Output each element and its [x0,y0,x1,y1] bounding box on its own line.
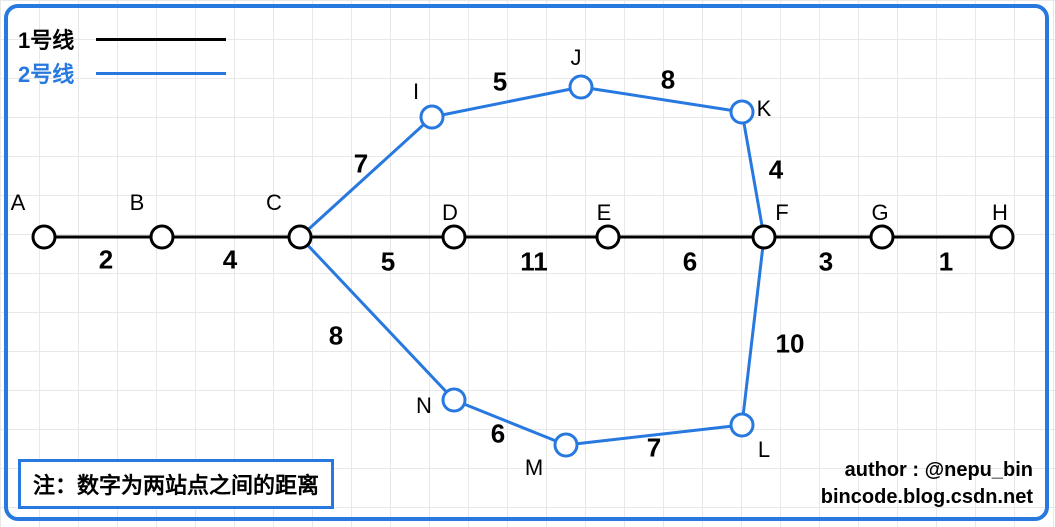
node-G [871,226,893,248]
node-label-F: F [775,200,788,226]
edge-weight-I-J: 5 [493,67,507,98]
node-N [443,389,465,411]
edge-weight-F-G: 3 [819,247,833,278]
edge-weight-E-F: 6 [683,247,697,278]
node-label-I: I [413,79,419,105]
node-label-A: A [11,190,26,216]
node-K [731,101,753,123]
node-D [443,226,465,248]
author-line2: bincode.blog.csdn.net [821,484,1033,511]
node-I [421,106,443,128]
edge-M-N [454,400,566,445]
legend-row-line2: 2号线 [18,56,226,90]
node-B [151,226,173,248]
note-box: 注：数字为两站点之间的距离 [18,459,334,509]
node-M [555,434,577,456]
node-label-C: C [266,190,282,216]
legend-swatch-line1 [96,38,226,41]
node-label-B: B [130,190,145,216]
node-label-E: E [597,200,612,226]
legend-row-line1: 1号线 [18,22,226,56]
legend-swatch-line2 [96,72,226,75]
legend-label-line2: 2号线 [18,57,96,89]
edge-weight-N-C: 8 [329,321,343,352]
node-label-K: K [757,96,772,122]
edge-weight-C-D: 5 [381,247,395,278]
edge-F-L [742,237,764,425]
edge-N-C [300,237,454,400]
edge-weight-J-K: 8 [661,65,675,96]
legend: 1号线 2号线 [18,22,226,90]
node-label-J: J [571,45,582,71]
author-line1: author : @nepu_bin [821,457,1033,484]
node-C [289,226,311,248]
node-label-N: N [416,393,432,419]
note-text: 注：数字为两站点之间的距离 [33,473,319,498]
diagram-canvas: 24511631758410768ABCDEFGHIJKLMN 1号线 2号线 … [0,0,1055,527]
edge-weight-F-L: 10 [776,329,805,360]
author-credit: author : @nepu_bin bincode.blog.csdn.net [821,457,1033,511]
node-label-L: L [758,437,770,463]
edge-weight-B-C: 4 [223,245,237,276]
node-A [33,226,55,248]
edge-weight-D-E: 11 [520,247,548,278]
node-J [570,76,592,98]
node-label-D: D [442,200,458,226]
edge-weight-K-F: 4 [769,155,783,186]
node-label-M: M [525,455,543,481]
edge-weight-A-B: 2 [99,245,113,276]
edge-K-F [742,112,764,237]
node-E [597,226,619,248]
node-F [753,226,775,248]
node-label-H: H [992,200,1008,226]
node-H [991,226,1013,248]
edge-weight-G-H: 1 [939,247,953,278]
edge-weight-M-N: 6 [491,419,505,450]
node-L [731,414,753,436]
edge-weight-L-M: 7 [647,433,661,464]
node-label-G: G [871,200,888,226]
legend-label-line1: 1号线 [18,23,96,55]
edge-weight-C-I: 7 [354,149,368,180]
